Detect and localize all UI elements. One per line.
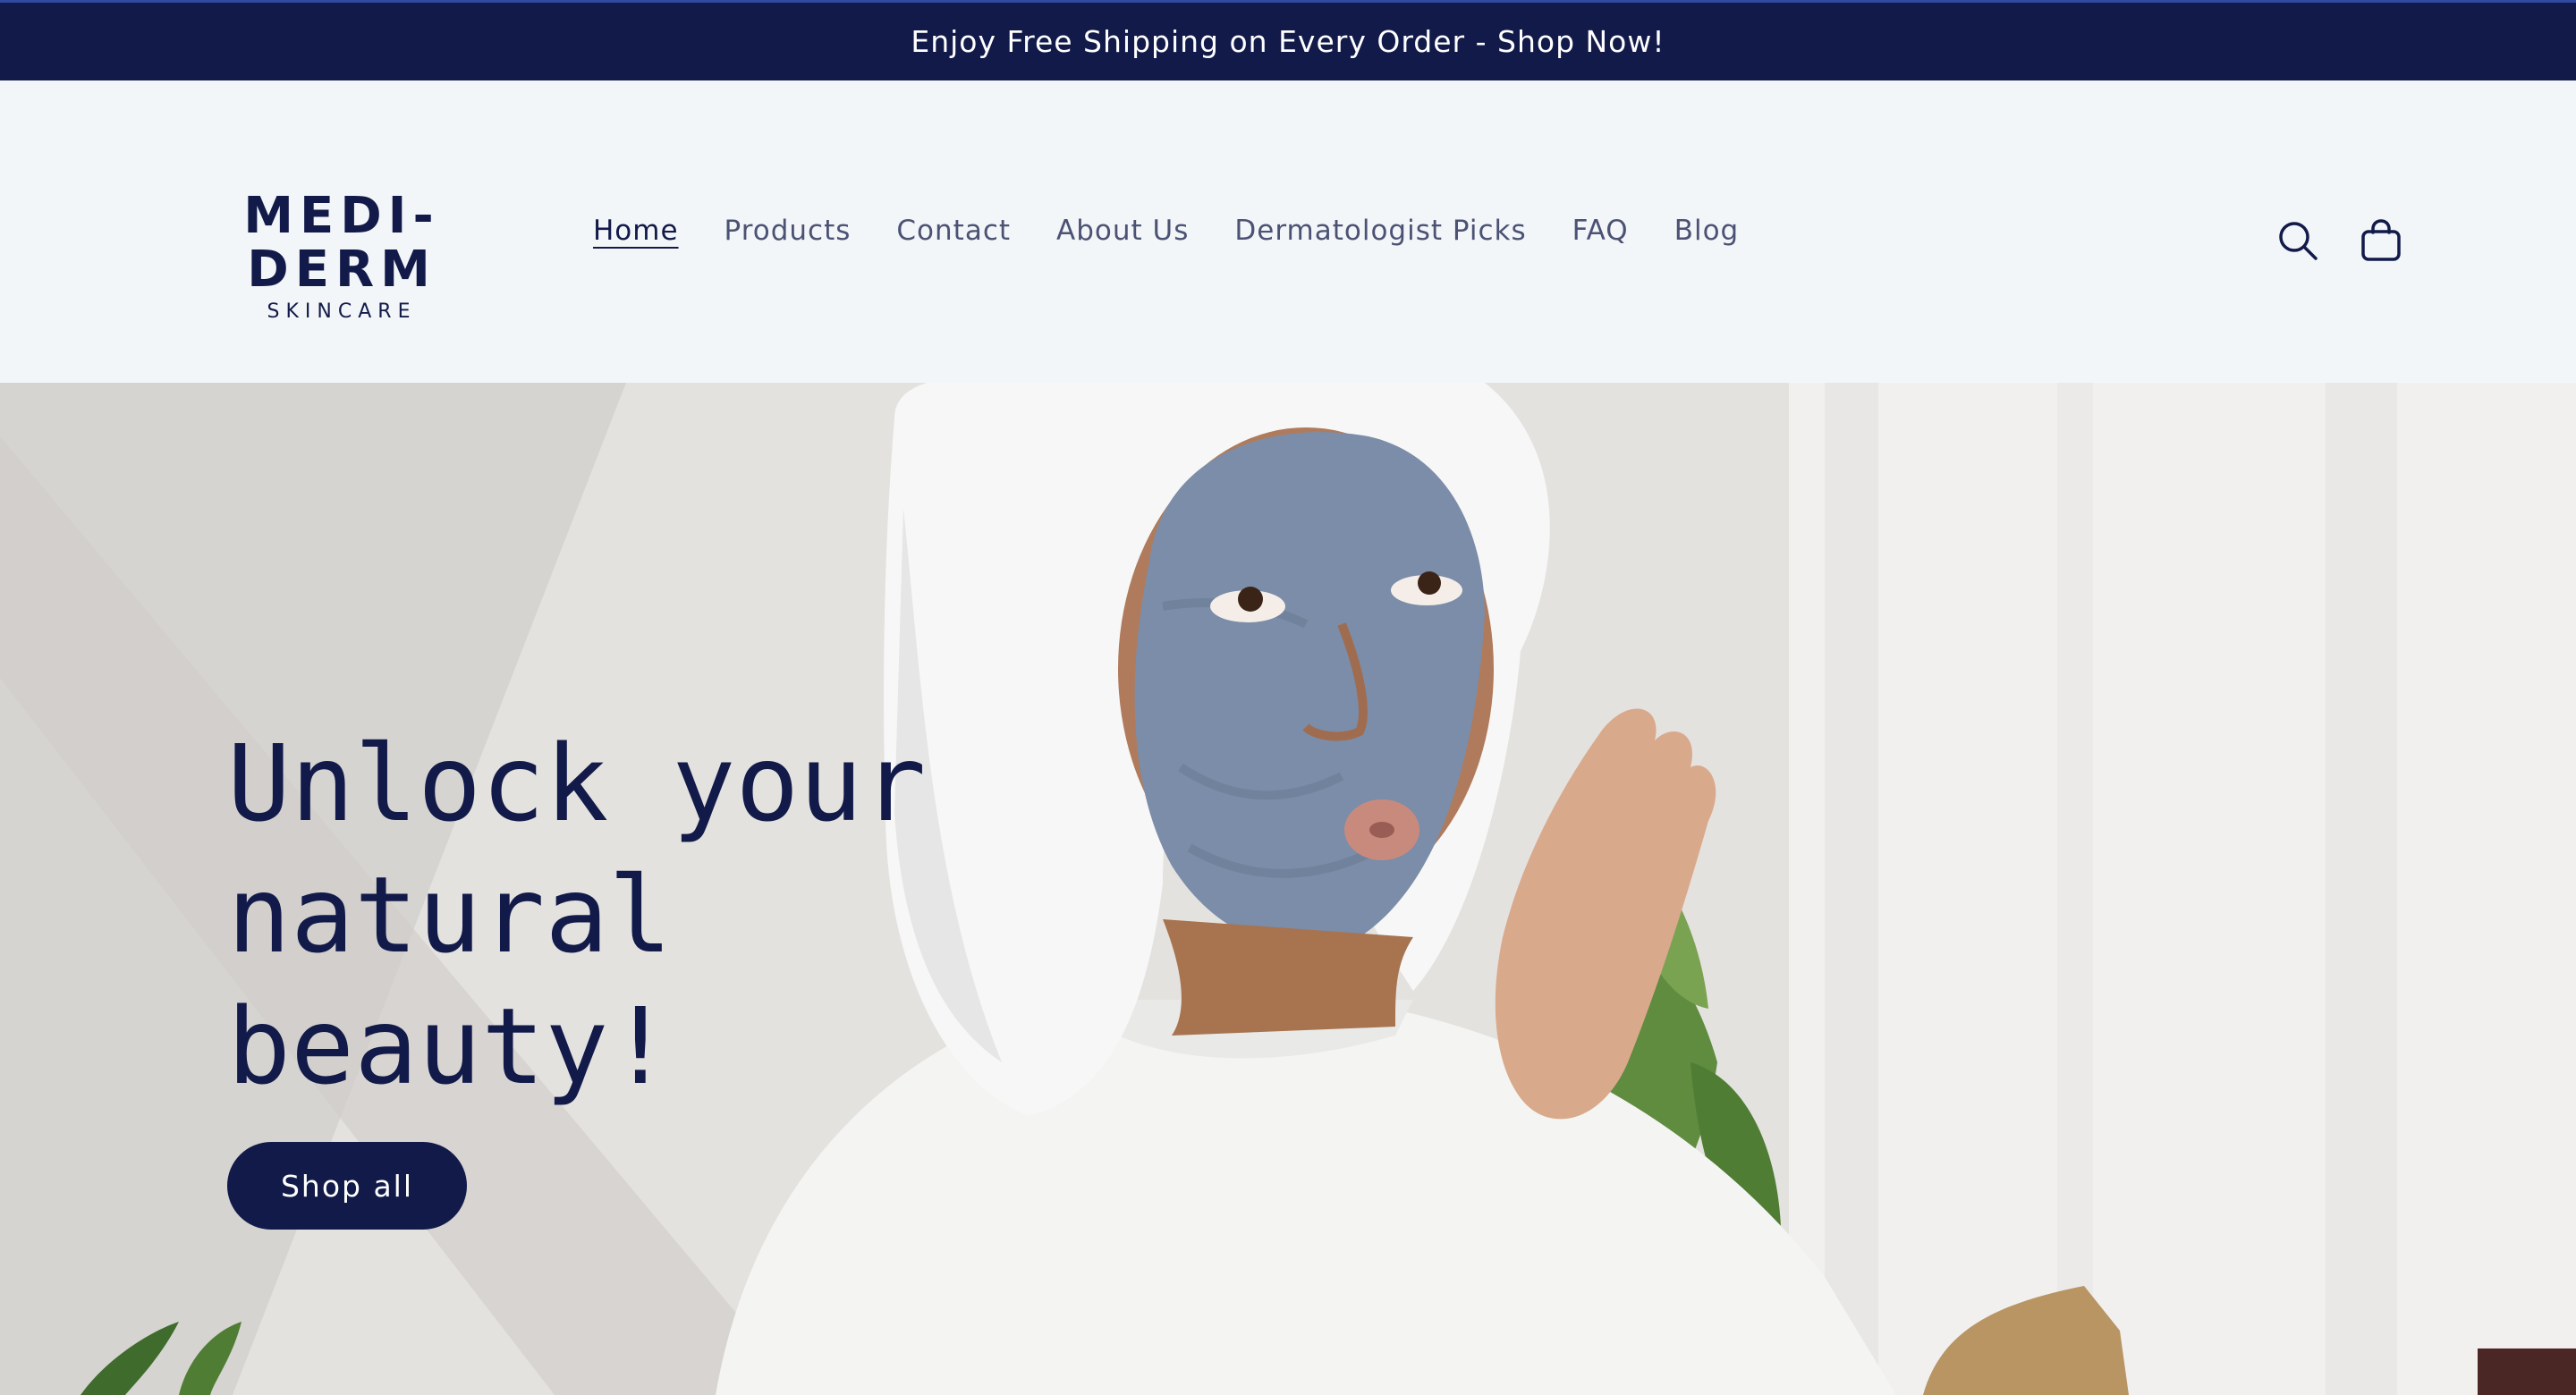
search-icon xyxy=(2279,222,2318,260)
nav-products[interactable]: Products xyxy=(724,213,852,249)
logo-tagline: SKINCARE xyxy=(267,300,417,323)
search-button[interactable] xyxy=(2270,213,2326,268)
nav-blog[interactable]: Blog xyxy=(1674,213,1740,249)
hero-heading: Unlock your natural beauty! xyxy=(227,722,927,1108)
cart-icon xyxy=(2361,219,2401,261)
announcement-link[interactable]: Enjoy Free Shipping on Every Order - Sho… xyxy=(911,24,1665,59)
cart-button[interactable] xyxy=(2353,213,2409,268)
nav-contact[interactable]: Contact xyxy=(896,213,1011,249)
site-header: MEDI-DERM SKINCARE Home Products Contact… xyxy=(0,80,2576,383)
logo[interactable]: MEDI-DERM SKINCARE xyxy=(163,190,521,326)
announcement-bar: Enjoy Free Shipping on Every Order - Sho… xyxy=(0,0,2576,80)
nav-faq[interactable]: FAQ xyxy=(1572,213,1629,249)
main-nav: Home Products Contact About Us Dermatolo… xyxy=(593,213,1784,249)
nav-dermatologist-picks[interactable]: Dermatologist Picks xyxy=(1234,213,1526,249)
nav-home[interactable]: Home xyxy=(593,213,679,249)
shop-all-button[interactable]: Shop all xyxy=(227,1142,467,1230)
nav-about-us[interactable]: About Us xyxy=(1056,213,1189,249)
hero-banner: Unlock your natural beauty! Shop all xyxy=(0,383,2576,1395)
logo-wordmark: MEDI-DERM xyxy=(243,187,440,299)
